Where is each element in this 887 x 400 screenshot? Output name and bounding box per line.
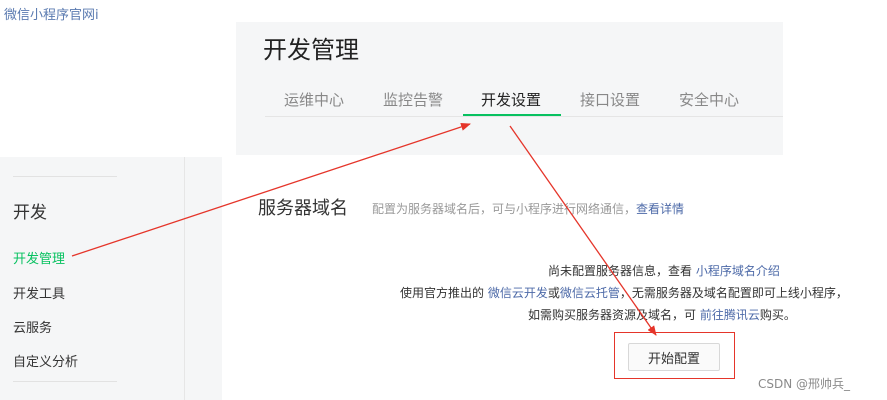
arrow-tab-to-button [509,125,657,336]
annotation-arrows [71,123,657,336]
arrow-sidebar-to-tab [71,123,471,257]
watermark: CSDN @邢帅兵_ [758,377,851,391]
